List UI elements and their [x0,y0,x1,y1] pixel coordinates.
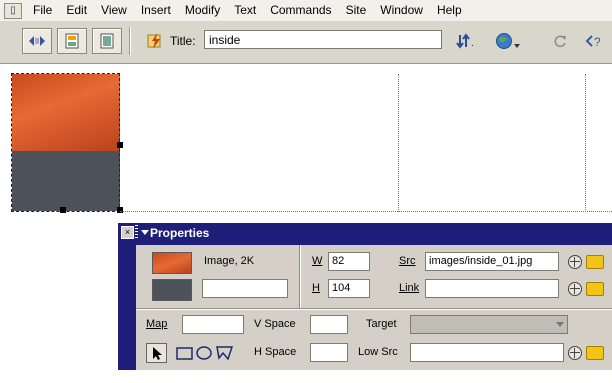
menu-edit[interactable]: Edit [59,0,94,21]
rectangle-hotspot-tool[interactable] [174,343,195,363]
hspace-field[interactable] [310,343,348,362]
image-thumbnail [152,252,192,274]
document-toolbar: Title: . ? [0,21,612,64]
browse-folder-icon[interactable] [586,346,604,360]
menu-window[interactable]: Window [373,0,430,21]
panel-title: Properties [150,226,210,240]
page-title-input[interactable] [204,30,442,49]
height-label: H [312,282,320,294]
map-name-field[interactable] [182,315,244,334]
refresh-button[interactable] [545,28,575,54]
menu-file[interactable]: File [26,0,59,21]
link-field[interactable] [425,279,559,298]
menu-site[interactable]: Site [339,0,374,21]
point-to-file-icon[interactable] [568,346,582,360]
file-transfer-icon: . [456,33,474,49]
code-view-button[interactable] [22,28,52,54]
image-name-field[interactable] [202,279,288,298]
panel-close-button[interactable]: × [121,226,134,239]
code-view-icon [29,36,45,46]
target-dropdown[interactable] [410,315,568,334]
properties-panel: × Properties Image, 2K W 82 H 104 Src im… [118,223,612,370]
preview-browser-button[interactable] [490,28,526,54]
menu-help[interactable]: Help [430,0,469,21]
panel-divider [299,245,301,308]
image-thumbnail-2 [152,279,192,301]
resize-handle-corner[interactable] [117,207,123,213]
target-label: Target [366,318,397,330]
menu-bar: ▯ File Edit View Insert Modify Text Comm… [0,0,612,22]
link-label: Link [399,282,420,294]
menu-commands[interactable]: Commands [263,0,338,21]
properties-body: Image, 2K W 82 H 104 Src images/inside_0… [136,245,612,370]
app-icon: ▯ [4,2,22,19]
toolbar-separator [129,27,131,55]
resize-handle-right[interactable] [117,142,123,148]
split-view-icon [65,33,79,49]
live-data-button[interactable] [140,28,170,54]
file-management-button[interactable]: . [452,28,486,54]
arrow-pointer-icon [153,347,162,360]
table-cell-border [398,74,399,212]
browse-folder-icon[interactable] [586,255,604,269]
vspace-label: V Space [254,318,296,330]
menu-view[interactable]: View [94,0,134,21]
refresh-icon [554,35,566,48]
code-navigation-button[interactable]: ? [580,28,612,54]
height-field[interactable]: 104 [328,279,370,298]
title-label: Title: [170,34,196,48]
design-view-icon [100,33,114,49]
lowsrc-field[interactable] [410,343,564,362]
rectangle-hotspot-icon [176,347,193,360]
width-label: W [312,255,323,267]
menu-modify[interactable]: Modify [178,0,227,21]
collapse-arrow-icon[interactable] [141,230,149,235]
menu-text[interactable]: Text [227,0,263,21]
panel-grip[interactable] [135,225,138,239]
lightning-icon [147,33,161,49]
dropdown-arrow-icon [556,322,564,327]
design-view-button[interactable] [92,28,122,54]
polygon-hotspot-tool[interactable] [214,343,235,363]
table-cell-border [585,74,586,212]
vspace-field[interactable] [310,315,348,334]
split-view-button[interactable] [57,28,87,54]
svg-text:?: ? [594,35,601,49]
polygon-hotspot-icon [216,346,234,361]
width-field[interactable]: 82 [328,252,370,271]
oval-hotspot-icon [196,346,212,360]
map-label: Map [146,318,168,330]
src-field[interactable]: images/inside_01.jpg [425,252,559,271]
browse-folder-icon[interactable] [586,282,604,296]
menu-insert[interactable]: Insert [134,0,178,21]
point-to-file-icon[interactable] [568,255,582,269]
point-to-file-icon[interactable] [568,282,582,296]
pointer-hotspot-tool[interactable] [146,343,167,363]
image-size-label: Image, 2K [204,255,255,267]
svg-text:.: . [471,38,474,49]
src-label: Src [399,255,416,267]
globe-icon [496,33,520,49]
panel-divider [136,308,612,310]
hspace-label: H Space [254,346,297,358]
resize-handle-bottom[interactable] [60,207,66,213]
lowsrc-label: Low Src [358,346,398,358]
selection-frame [11,73,120,212]
code-navigation-icon: ? [585,35,601,49]
oval-hotspot-tool[interactable] [194,343,215,363]
table-row-border [120,211,612,212]
